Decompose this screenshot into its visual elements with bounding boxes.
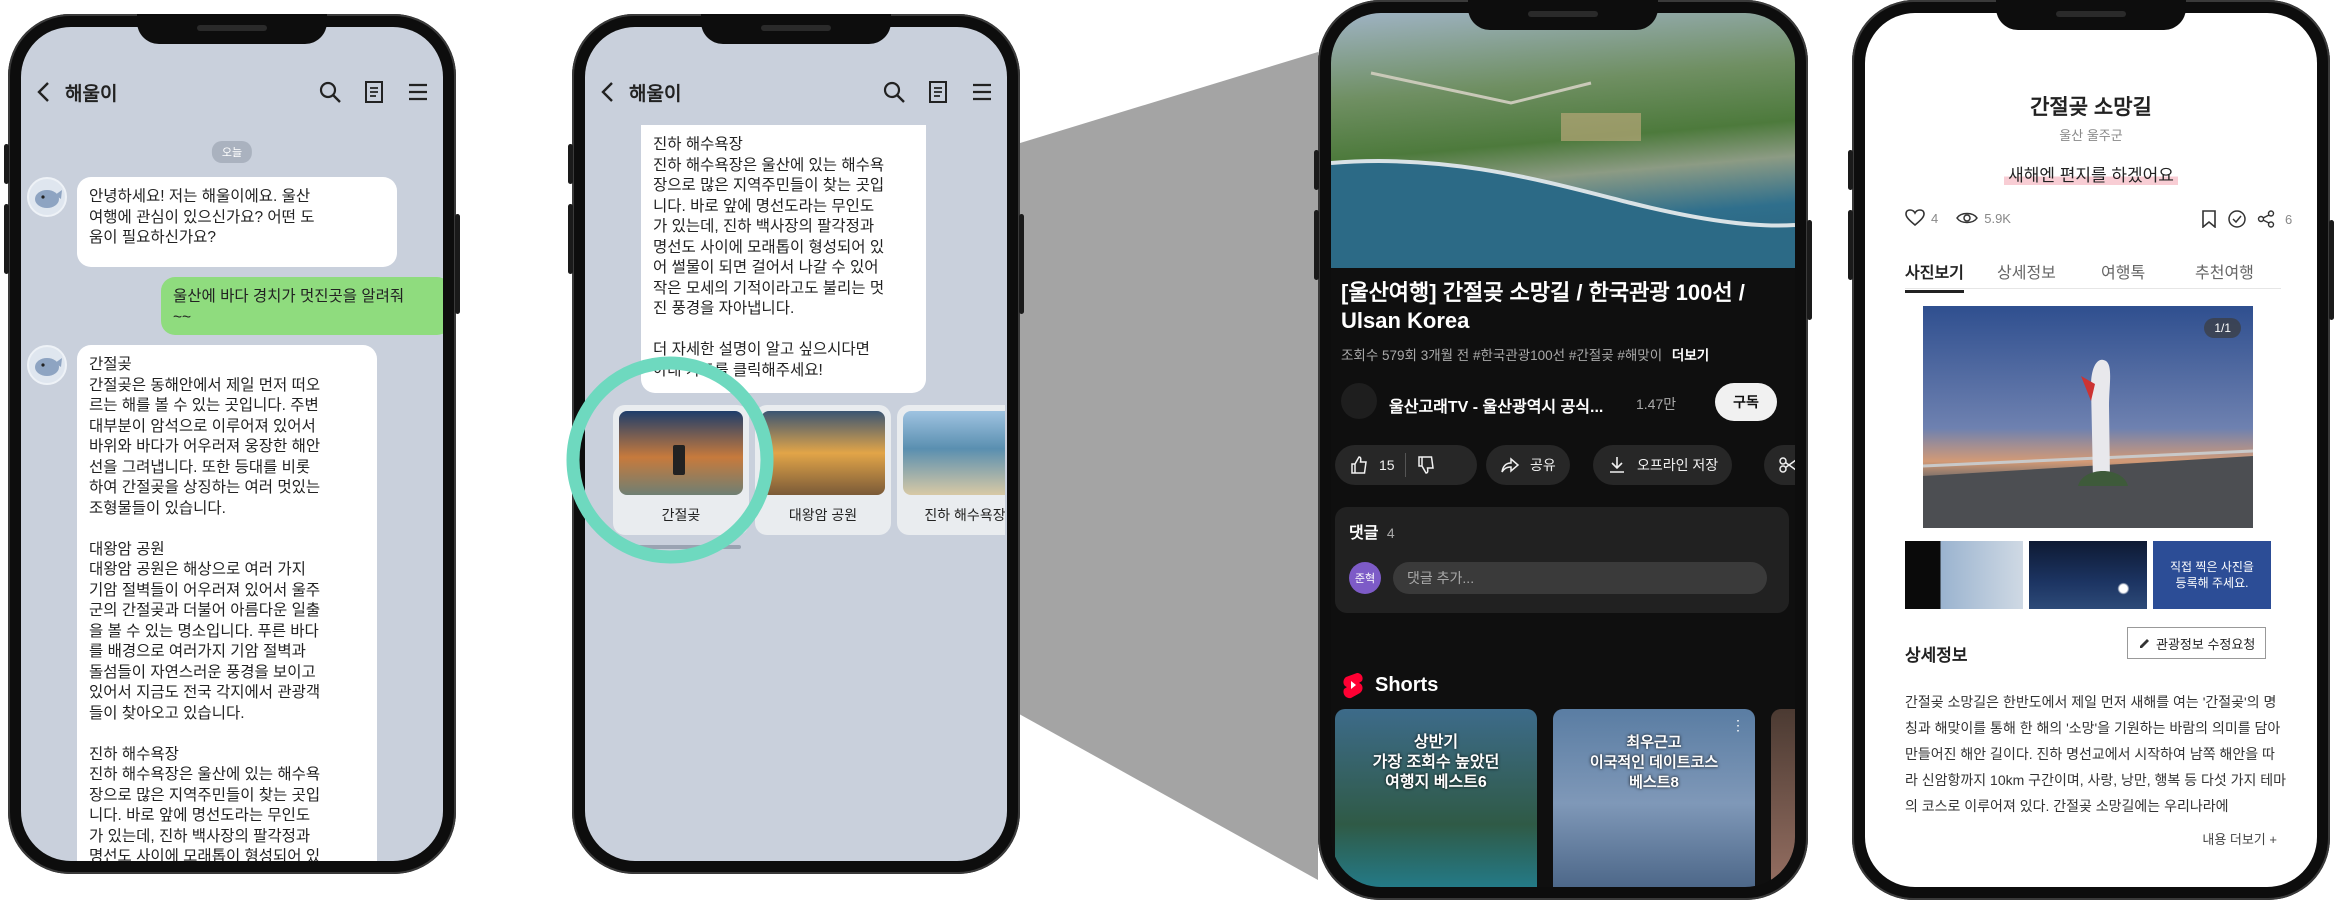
shorts-heading: Shorts [1375,673,1439,696]
share-count: 6 [2285,211,2293,227]
thumbnail-photo[interactable] [2029,541,2147,609]
upload-photo-prompt[interactable]: 직접 찍은 사진을 등록해 주세요. [2153,541,2271,609]
channel-avatar[interactable] [1341,383,1377,419]
composite-figure: { "chatbot_screen": { "title": "해울이", "d… [0,0,2336,915]
video-meta: 조회수 579회 3개월 전 #한국관광100선 #간절곶 #해맞이 [1341,348,1663,363]
tab-details[interactable]: 상세정보 [1997,259,2056,283]
subscribe-button[interactable]: 구독 [1715,383,1777,421]
edit-info-button[interactable]: 관광정보 수정요청 [2127,627,2267,659]
comments-label: 댓글 [1349,525,1379,542]
phone-notch [1996,0,2186,30]
view-count: 5.9K [1984,210,2011,226]
chat-title: 해울이 [629,83,682,105]
video-title: [울산여행] 간절곶 소망길 / 한국관광 100선 / Ulsan Korea [1341,280,1745,333]
shorts-card[interactable]: 최우근고 이국적인 데이트코스 베스트8 ⋮ [1553,709,1755,887]
video-player[interactable] [1331,13,1795,268]
read-more-label: 내용 더보기 [2202,832,2266,847]
review-badge-icon[interactable] [2227,209,2247,229]
back-arrow-icon[interactable] [35,80,53,104]
channel-name[interactable]: 울산고래TV - 울산광역시 공식... [1389,393,1603,417]
document-icon[interactable] [361,79,387,105]
offline-save-label: 오프라인 저장 [1637,457,1719,473]
phone-notch [701,14,891,44]
place-title: 간절곶 소망길 [2030,96,2152,119]
user-message: 울산에 바다 경치가 멋진곳을 알려줘 ~~ [161,277,443,335]
date-separator: 오늘 [211,141,253,163]
description-text: 간절곶 소망길은 한반도에서 제일 먼저 새해를 여는 '간절곶'의 명칭과 해… [1905,694,2287,814]
phone-tourism: 간절곶 소망길 울산 울주군 새해엔 편지를 하겠어요 4 5.9K 6 사진보… [1848,0,2334,900]
scissors-icon [1779,457,1795,473]
shorts-card-title: 최우근고 이국적인 데이트코스 베스트8 [1589,734,1719,791]
place-location: 울산 울주군 [2059,128,2123,143]
shorts-card[interactable] [1771,709,1795,887]
shorts-card-title: 상반기 가장 조회수 높았던 여행지 베스트6 [1372,734,1500,791]
thumbs-up-icon[interactable] [1349,455,1369,475]
commenter-avatar: 준혁 [1349,562,1381,594]
shorts-logo-icon [1343,673,1363,699]
photo-counter: 1/1 [2204,318,2241,338]
main-photo[interactable]: 1/1 [1923,306,2253,528]
detail-tabs: 사진보기 상세정보 여행톡 추천여행 [1905,253,2281,293]
clip-button[interactable] [1764,445,1795,485]
highlight-circle [566,356,774,564]
eye-icon [1956,212,1979,224]
place-tagline: 새해엔 편지를 하겠어요 [2004,166,2178,185]
tab-photos[interactable]: 사진보기 [1905,259,1964,293]
comments-count: 4 [1386,525,1395,541]
heart-icon[interactable] [1905,209,1925,227]
pencil-icon [2140,638,2149,648]
section-title: 상세정보 [1905,646,1968,665]
phone-youtube: [울산여행] 간절곶 소망길 / 한국관광 100선 / Ulsan Korea… [1314,0,1812,900]
phone-notch [1468,0,1658,30]
search-icon[interactable] [881,79,907,105]
place-card-image [903,411,1005,495]
like-count: 4 [1931,210,1939,226]
whale-sculpture-image [1923,359,2253,528]
place-card-label: 진하 해수욕장 [924,507,1005,523]
edit-info-label: 관광정보 수정요청 [2156,636,2256,652]
back-arrow-icon[interactable] [599,80,617,104]
chat-title: 해울이 [65,83,118,105]
phone-chatbot: 해울이 오늘 안녕하세요! 저는 해울이에요. 울산 여행에 관심이 있으신가요… [4,14,460,874]
download-icon [1610,457,1624,473]
more-vert-icon[interactable]: ⋮ [1731,717,1745,734]
share-label: 공유 [1530,457,1556,473]
bot-avatar [27,345,67,385]
search-icon[interactable] [317,79,343,105]
more-link[interactable]: 더보기 [1672,348,1709,363]
tab-recommended-trips[interactable]: 추천여행 [2195,259,2254,283]
bot-message: 간절곶 간절곶은 동해안에서 제일 먼저 떠오 르는 해를 볼 수 있는 곳입니… [77,345,377,861]
menu-icon[interactable] [405,79,431,105]
share-button[interactable]: 공유 [1486,445,1570,485]
bot-message: 안녕하세요! 저는 해울이에요. 울산 여행에 관심이 있으신가요? 어떤 도 … [77,177,397,267]
share-arrow-icon [1501,457,1520,473]
comment-input[interactable]: 댓글 추가... [1393,562,1767,594]
chatbot-screen: 해울이 오늘 안녕하세요! 저는 해울이에요. 울산 여행에 관심이 있으신가요… [21,27,443,861]
read-more-link[interactable]: 내용 더보기 + [2202,829,2277,848]
shorts-card[interactable]: 상반기 가장 조회수 높았던 여행지 베스트6 [1335,709,1537,887]
place-card[interactable]: 진하 해수욕장 [897,405,1005,535]
plus-icon: + [2269,832,2277,847]
thumbnail-photo[interactable] [1905,541,2023,609]
bookmark-icon[interactable] [2201,210,2217,228]
subscriber-count: 1.47만 [1636,396,1677,412]
document-icon[interactable] [925,79,951,105]
thumbs-down-icon[interactable] [1416,455,1436,475]
share-icon[interactable] [2257,210,2275,228]
youtube-screen: [울산여행] 간절곶 소망길 / 한국관광 100선 / Ulsan Korea… [1331,13,1795,887]
coastline-aerial-image [1331,71,1795,268]
like-dislike-pill[interactable]: 15 [1335,445,1477,485]
menu-icon[interactable] [969,79,995,105]
bot-avatar [27,177,67,217]
phone-notch [137,14,327,44]
tab-travel-talk[interactable]: 여행톡 [2101,259,2145,283]
tourism-screen: 간절곶 소망길 울산 울주군 새해엔 편지를 하겠어요 4 5.9K 6 사진보… [1865,13,2317,887]
comments-panel[interactable]: 댓글 4 준혁 댓글 추가... [1335,507,1789,613]
offline-save-button[interactable]: 오프라인 저장 [1593,445,1733,485]
like-count: 15 [1379,457,1395,473]
